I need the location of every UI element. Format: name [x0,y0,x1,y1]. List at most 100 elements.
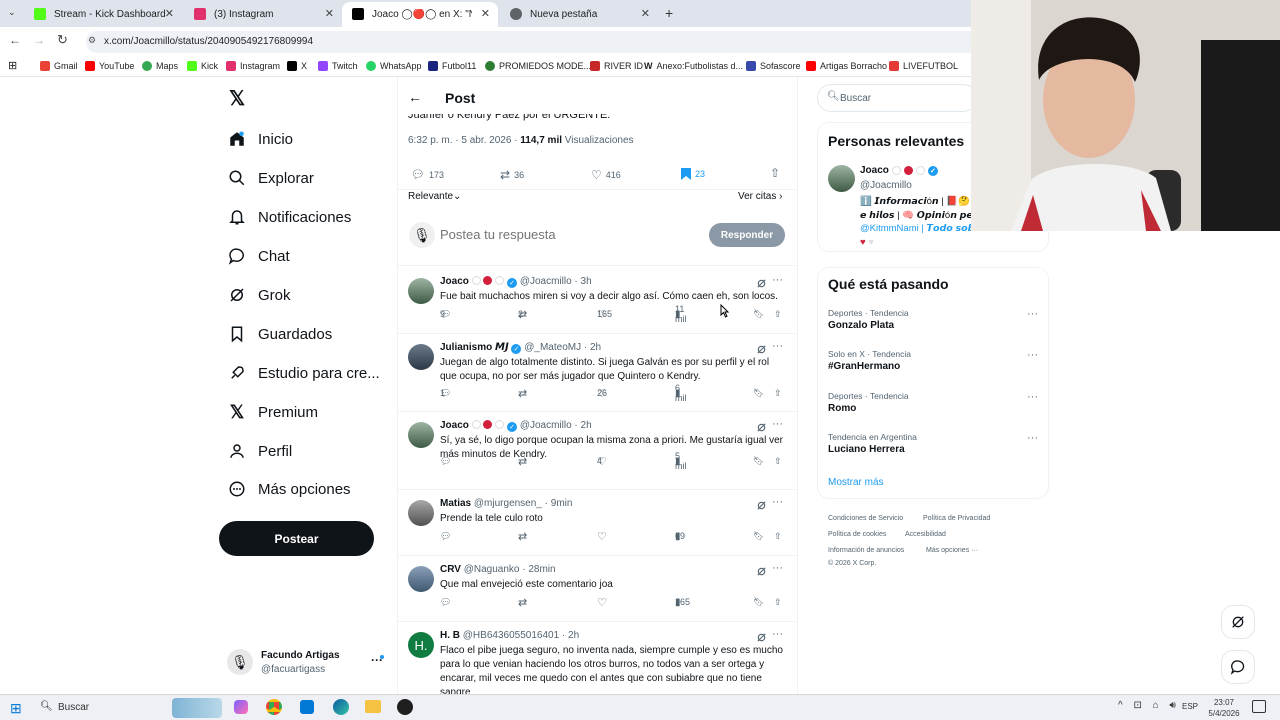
like-count-button[interactable]: ♡ 416 [591,168,621,182]
author-handle[interactable]: @_MateoMJ · 2h [524,342,601,353]
grok-icon[interactable] [756,420,767,438]
close-tab-icon[interactable]: ✕ [641,7,650,20]
footer-link[interactable]: Más opciones ··· [926,547,978,554]
grok-floating-button[interactable] [1221,605,1255,639]
share-icon[interactable]: ⇧ [770,166,780,180]
tab-new-tab[interactable]: Nueva pestaña ✕ [500,2,658,27]
bookmark-river-id[interactable]: RIVER ID [590,61,643,71]
tab-instagram[interactable]: (3) Instagram ✕ [184,2,342,27]
bookmark-instagram[interactable]: Instagram [226,61,280,71]
grok-icon[interactable] [756,630,767,648]
grok-icon[interactable] [756,498,767,516]
close-tab-icon[interactable]: ✕ [325,7,334,20]
notification-center-icon[interactable] [1252,700,1266,713]
author-name[interactable]: Joaco [440,420,469,431]
store-icon[interactable] [300,700,314,714]
more-dots-icon[interactable]: ··· [772,274,783,286]
nav-more-options[interactable]: Más opciones [226,478,351,500]
obs-icon[interactable] [397,699,413,715]
bookmark-x[interactable]: X [287,61,307,71]
apps-grid-icon[interactable]: ⊞ [8,59,17,72]
url-field[interactable]: ⚙ x.com/Joacmillo/status/204090549217680… [86,31,1026,53]
language-indicator[interactable]: ESP [1182,702,1198,711]
author-name[interactable]: H. B [440,630,460,641]
reply-button[interactable]: Responder [709,223,785,247]
footer-link[interactable]: Información de anuncios [828,547,904,554]
forward-arrow-icon[interactable]: → [33,33,45,47]
close-tab-icon[interactable]: ✕ [481,7,490,20]
tab-kick-dashboard[interactable]: Stream - Kick Dashboard ✕ [24,2,182,27]
repost-count-button[interactable]: ⇄ 36 [500,168,524,182]
windows-start-icon[interactable]: ⊞ [10,700,22,717]
author-handle[interactable]: @mjurgensen_ · 9min [474,498,573,509]
nav-notifications[interactable]: Notificaciones [226,206,351,228]
footer-link[interactable]: Política de cookies [828,531,886,538]
show-more-link[interactable]: Mostrar más [828,477,884,488]
nav-profile[interactable]: Perfil [226,440,292,462]
avatar[interactable] [408,500,434,526]
more-dots-icon[interactable]: ··· [772,340,783,352]
reply-input[interactable] [440,224,690,244]
more-dots-icon[interactable]: ··· [1027,349,1038,361]
more-dots-icon[interactable]: ··· [772,562,783,574]
author-name[interactable]: Joaco [440,276,469,287]
nav-grok[interactable]: Grok [226,284,291,306]
file-explorer-icon[interactable] [365,700,381,713]
close-tab-icon[interactable]: ✕ [165,7,174,20]
system-tray-icons[interactable]: ^ ⊡ ⌂ 🔊︎ [1118,700,1180,711]
footer-link[interactable]: Condiciones de Servicio [828,515,903,522]
bookmark-twitch[interactable]: Twitch [318,61,358,71]
reply-tweet[interactable]: CRV @Naguanko · 28min Que mal envejeció e… [397,556,797,622]
avatar[interactable] [828,165,855,192]
back-arrow-icon[interactable]: ← [408,89,422,105]
author-name[interactable]: CRV [440,564,461,575]
reply-tweet[interactable]: Julianismo 𝙈𝙅 ✓ @_MateoMJ · 2h Juegan de … [397,334,797,412]
copilot-icon[interactable] [234,700,248,714]
bookmark-promiedos[interactable]: PROMIEDOS MODE... [485,61,591,71]
person-name[interactable]: Joaco ✓ [860,165,938,176]
footer-link[interactable]: Accesibilidad [905,531,946,538]
bookmark-count-button[interactable]: 23 [681,168,705,180]
bookmark-sofascore[interactable]: Sofascore [746,61,801,71]
more-dots-icon[interactable]: ··· [1027,391,1038,403]
grok-icon[interactable] [756,276,767,294]
clock[interactable]: 23:07 5/4/2026 [1204,697,1244,719]
bookmark-gmail[interactable]: Gmail [40,61,78,71]
back-arrow-icon[interactable]: ← [9,33,21,47]
tab-list-chevron-icon[interactable]: ⌄ [8,7,16,18]
taskbar-search[interactable]: 🔍︎ Buscar [34,698,224,718]
x-logo-icon[interactable]: 𝕏 [226,88,248,110]
tab-x-post[interactable]: Joaco ◯🔴◯ en X: "No sé qu ✕ [342,2,498,27]
bookmark-kick[interactable]: Kick [187,61,218,71]
nav-explore[interactable]: Explorar [226,167,314,189]
bookmark-livefutbol[interactable]: LIVEFUTBOL [889,61,958,71]
author-handle[interactable]: @Joacmillo · 2h [520,420,592,431]
author-handle[interactable]: @HB6436055016401 · 2h [463,630,579,641]
nav-creator-studio[interactable]: Estudio para cre... [226,362,380,384]
more-dots-icon[interactable]: ··· [772,496,783,508]
author-handle[interactable]: @Naguanko · 28min [464,564,556,575]
nav-premium[interactable]: 𝕏 Premium [226,401,318,423]
bookmark-whatsapp[interactable]: WhatsApp [366,61,422,71]
site-info-icon[interactable]: ⚙ [88,35,96,46]
trend-item[interactable]: Tendencia en Argentina Luciano Herrera ··· [828,432,1038,455]
account-switcher[interactable]: 🎙 Facundo Artigas @facuartigass ··· [225,647,385,683]
reload-icon[interactable]: ↻ [57,32,68,48]
author-handle[interactable]: @Joacmillo · 3h [520,276,592,287]
grok-icon[interactable] [756,564,767,582]
search-box[interactable]: 🔍︎ Buscar [817,84,977,112]
bookmark-wikipedia[interactable]: W Anexo:Futbolistas d... [644,61,743,71]
avatar[interactable] [408,278,434,304]
nav-bookmarks[interactable]: Guardados [226,323,332,345]
reply-tweet[interactable]: H. H. B @HB6436055016401 · 2h Flaco el pib… [397,622,797,702]
author-name[interactable]: Matias [440,498,471,509]
new-tab-plus-icon[interactable]: + [665,5,673,21]
reply-count-button[interactable]: 💬︎ 173 [411,168,444,181]
view-quotes-link[interactable]: Ver citas › [738,191,782,202]
avatar[interactable] [408,566,434,592]
bookmark-futbol11[interactable]: Futbol11 [428,61,476,71]
avatar[interactable] [408,344,434,370]
avatar[interactable]: H. [408,632,434,658]
trend-item[interactable]: Solo en X · Tendencia #GranHermano ··· [828,349,1038,372]
avatar[interactable] [408,422,434,448]
